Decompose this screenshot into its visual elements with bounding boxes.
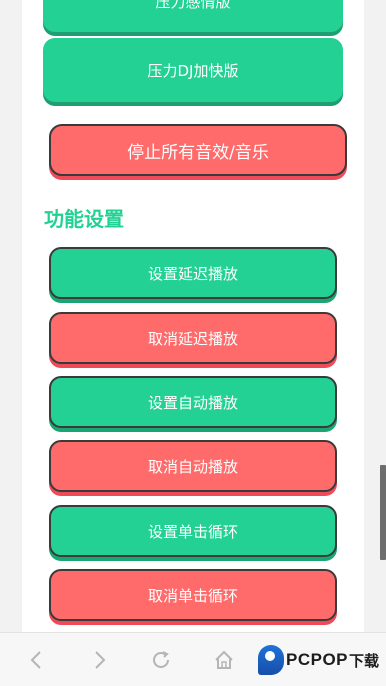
set-auto-play-button[interactable]: 设置自动播放 (49, 376, 337, 428)
home-icon[interactable] (213, 649, 235, 671)
brand-text: PCPOP (286, 650, 349, 669)
browser-navbar: PCPOP 下载 (0, 632, 386, 686)
button-label: 取消单击循环 (147, 586, 238, 605)
cancel-auto-play-button[interactable]: 取消自动播放 (49, 440, 337, 492)
refresh-icon[interactable] (150, 649, 172, 671)
back-icon[interactable] (26, 649, 48, 671)
page-content: 压力感情版 压力DJ加快版 停止所有音效/音乐 功能设置 设置延迟播放 取消延迟… (22, 0, 364, 632)
button-label: 设置自动播放 (147, 393, 238, 412)
set-delay-play-button[interactable]: 设置延迟播放 (49, 247, 337, 299)
cancel-delay-play-button[interactable]: 取消延迟播放 (49, 312, 337, 364)
brand-sub: 下载 (349, 652, 380, 670)
button-label: 取消延迟播放 (147, 329, 238, 348)
button-label: 压力感情版 (155, 0, 231, 11)
button-label: 停止所有音效/音乐 (127, 142, 269, 163)
pcpop-logo-icon (258, 645, 284, 675)
button-label: 设置延迟播放 (147, 264, 238, 283)
forward-icon[interactable] (88, 649, 110, 671)
set-click-loop-button[interactable]: 设置单击循环 (49, 505, 337, 557)
section-title: 功能设置 (44, 207, 124, 231)
pressure-dj-fast-button[interactable]: 压力DJ加快版 (43, 38, 343, 102)
button-label: 设置单击循环 (147, 522, 238, 541)
pcpop-logo: PCPOP 下载 (258, 643, 379, 677)
button-label: 压力DJ加快版 (147, 61, 239, 80)
stop-all-sounds-button[interactable]: 停止所有音效/音乐 (49, 124, 347, 176)
button-label: 取消自动播放 (147, 457, 238, 476)
scrollbar[interactable] (380, 465, 386, 560)
cancel-click-loop-button[interactable]: 取消单击循环 (49, 569, 337, 621)
pressure-emotion-button[interactable]: 压力感情版 (43, 0, 343, 32)
